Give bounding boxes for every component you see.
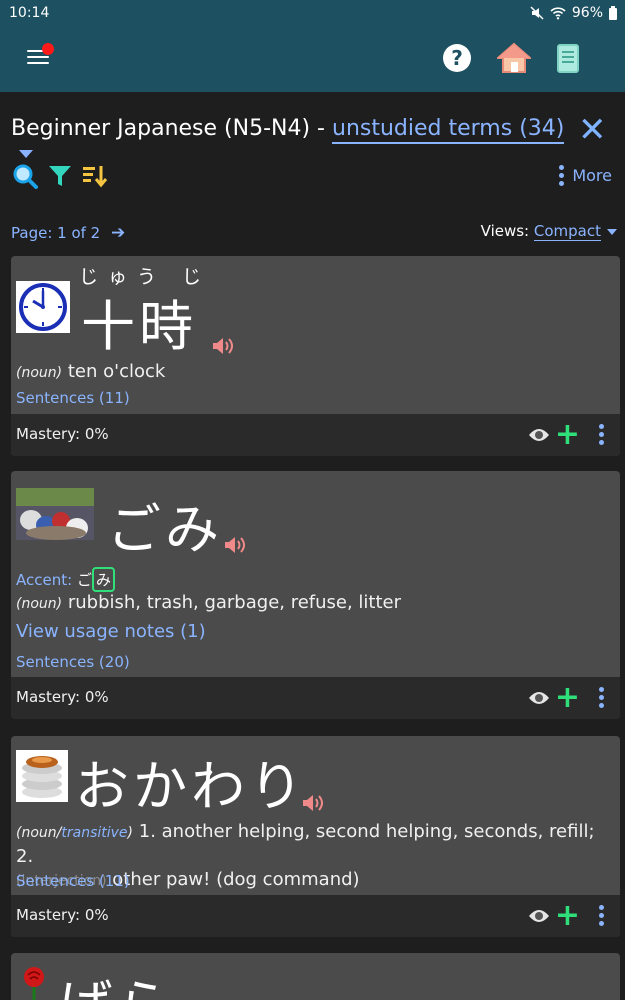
term-card[interactable]: じゅう じ 十時 (noun) ten o'clock Sentences (1… <box>11 256 620 456</box>
more-button[interactable]: More <box>559 165 612 186</box>
chevron-down-icon[interactable] <box>19 150 33 158</box>
add-icon[interactable]: + <box>555 901 580 931</box>
accent-kana: ご <box>76 571 92 589</box>
card-footer: Mastery: 0% + <box>11 895 620 937</box>
close-icon[interactable]: ✕ <box>578 110 607 150</box>
garbage-image <box>16 488 94 540</box>
term-word: ごみ <box>107 498 223 561</box>
wifi-icon <box>550 7 566 20</box>
chevron-down-icon[interactable] <box>607 228 617 235</box>
notification-dot <box>42 43 54 55</box>
speaker-icon[interactable] <box>223 535 247 555</box>
mute-icon <box>530 6 544 20</box>
speaker-icon[interactable] <box>211 336 235 356</box>
more-vertical-icon[interactable] <box>599 905 604 926</box>
more-label: More <box>572 166 612 185</box>
speaker-icon[interactable] <box>301 793 325 813</box>
sentences-link[interactable]: Sentences (11) <box>16 872 130 890</box>
eye-icon[interactable] <box>528 427 550 443</box>
add-icon[interactable]: + <box>555 683 580 713</box>
term-word: おかわり <box>75 755 307 818</box>
term-card[interactable]: おかわり (noun/transitive) 1. another helpin… <box>11 736 620 937</box>
definition-text: other paw! (dog command) <box>106 869 360 890</box>
app-bar: ? <box>0 26 625 92</box>
status-bar: 10:14 96% <box>0 0 625 26</box>
help-icon[interactable]: ? <box>443 44 471 72</box>
toolbar: More <box>12 163 612 191</box>
battery-icon <box>609 6 617 20</box>
card-footer: Mastery: 0% + <box>11 677 620 719</box>
sentences-link[interactable]: Sentences (11) <box>16 389 130 407</box>
list-selector[interactable]: unstudied terms (34) <box>332 116 565 144</box>
pitch-accent: Accent: ごみ <box>16 567 115 592</box>
views-selector[interactable]: Views: Compact <box>480 222 617 241</box>
pagination[interactable]: Page: 1 of 2 ➔ <box>11 223 125 243</box>
battery-percent: 96% <box>571 5 603 21</box>
add-icon[interactable]: + <box>555 420 580 450</box>
sentences-link[interactable]: Sentences (20) <box>16 653 130 671</box>
definition: (noun) ten o'clock <box>16 361 165 382</box>
deck-title: Beginner Japanese (N5-N4) - <box>11 116 332 141</box>
clock-image <box>16 281 70 333</box>
part-of-speech: (noun/transitive) <box>16 825 134 841</box>
more-vertical-icon[interactable] <box>599 687 604 708</box>
accent-label[interactable]: Accent <box>16 571 67 589</box>
usage-notes-link[interactable]: View usage notes (1) <box>16 621 206 642</box>
food-image <box>16 750 68 802</box>
term-word: 十時 <box>81 295 197 358</box>
mastery-label: Mastery: 0% <box>16 906 109 924</box>
more-vertical-icon[interactable] <box>599 424 604 445</box>
next-page-icon[interactable]: ➔ <box>111 223 125 243</box>
term-word: ばら <box>59 961 175 1000</box>
transitive-link[interactable]: transitive <box>61 825 127 841</box>
views-value[interactable]: Compact <box>533 222 601 241</box>
page-title: Beginner Japanese (N5-N4) - unstudied te… <box>11 116 571 166</box>
eye-icon[interactable] <box>528 908 550 924</box>
mastery-label: Mastery: 0% <box>16 425 109 443</box>
more-vertical-icon <box>559 165 565 186</box>
page-indicator: Page: 1 of 2 <box>11 224 101 242</box>
part-of-speech: (noun) <box>16 596 63 612</box>
card-footer: Mastery: 0% + <box>11 414 620 456</box>
definition-text: ten o'clock <box>67 361 166 382</box>
term-card[interactable]: ばら <box>11 953 620 1000</box>
definition-text: rubbish, trash, garbage, refuse, litter <box>67 592 402 613</box>
term-card[interactable]: ごみ Accent: ごみ (noun) rubbish, trash, gar… <box>11 471 620 719</box>
eye-icon[interactable] <box>528 690 550 706</box>
filter-icon[interactable] <box>47 163 73 189</box>
notebook-icon[interactable] <box>557 44 579 73</box>
sort-icon[interactable] <box>82 163 108 189</box>
accent-marked-kana: み <box>91 567 115 592</box>
status-time: 10:14 <box>9 5 50 21</box>
search-icon[interactable] <box>12 163 38 189</box>
rose-image <box>24 967 44 1000</box>
part-of-speech: (noun) <box>16 365 63 381</box>
home-icon[interactable] <box>497 42 531 74</box>
mastery-label: Mastery: 0% <box>16 688 109 706</box>
definition: (noun) rubbish, trash, garbage, refuse, … <box>16 592 401 613</box>
views-label: Views: <box>480 222 530 240</box>
